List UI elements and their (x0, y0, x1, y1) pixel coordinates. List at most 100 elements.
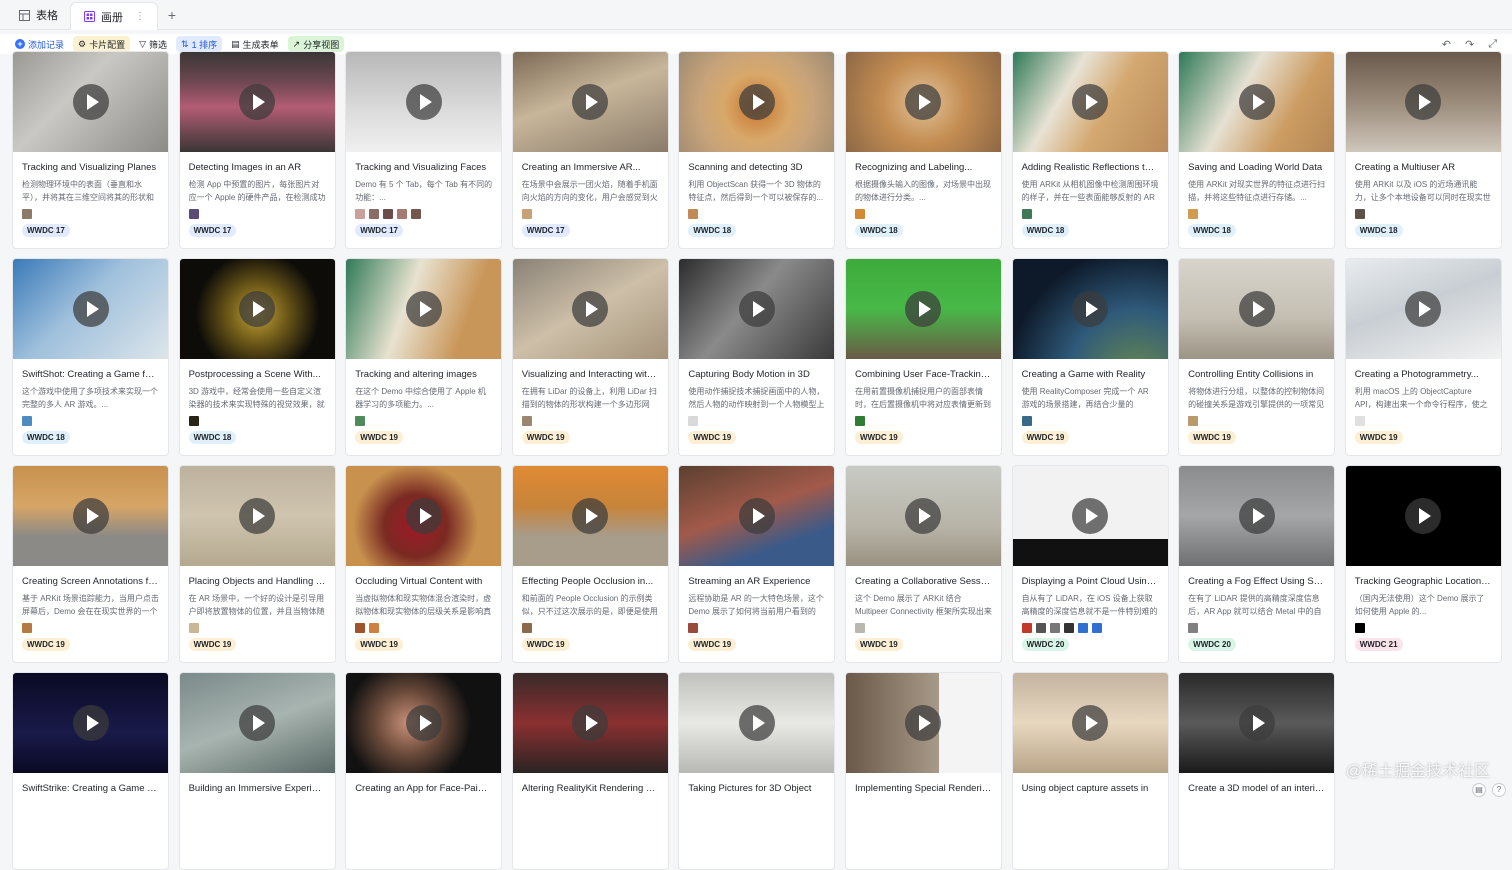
card-thumbnail[interactable] (1346, 466, 1501, 566)
gallery-card[interactable]: Streaming an AR Experience远程协助是 AR 的一大特色… (678, 465, 835, 663)
play-icon[interactable] (239, 84, 275, 120)
gallery-card[interactable]: Creating a Collaborative Session这个 Demo … (845, 465, 1002, 663)
gallery-card[interactable]: Create a 3D model of an interior... (1178, 672, 1335, 870)
play-icon[interactable] (406, 291, 442, 327)
play-icon[interactable] (73, 291, 109, 327)
play-icon[interactable] (239, 291, 275, 327)
gallery-card[interactable]: Scanning and detecting 3D利用 ObjectScan 获… (678, 51, 835, 249)
play-icon[interactable] (905, 84, 941, 120)
attachment-thumbnail[interactable] (22, 209, 32, 219)
gallery-card[interactable]: Tracking and altering images在这个 Demo 中综合… (345, 258, 502, 456)
add-record-button[interactable]: + 添加记录 (10, 36, 69, 52)
play-icon[interactable] (1405, 291, 1441, 327)
card-thumbnail[interactable] (679, 466, 834, 566)
attachment-thumbnail[interactable] (688, 623, 698, 633)
play-icon[interactable] (739, 291, 775, 327)
play-icon[interactable] (1072, 84, 1108, 120)
gallery-card[interactable]: Combining User Face-Tracking...在用前置摄像机捕捉… (845, 258, 1002, 456)
play-icon[interactable] (1239, 84, 1275, 120)
attachment-thumbnail[interactable] (397, 209, 407, 219)
attachment-thumbnail[interactable] (369, 209, 379, 219)
play-icon[interactable] (1072, 498, 1108, 534)
attachment-thumbnail[interactable] (1355, 416, 1365, 426)
filter-button[interactable]: ▽ 筛选 (134, 36, 172, 52)
play-icon[interactable] (905, 705, 941, 741)
attachment-thumbnail[interactable] (1355, 209, 1365, 219)
attachment-thumbnail[interactable] (855, 623, 865, 633)
card-thumbnail[interactable] (180, 259, 335, 359)
attachment-thumbnail[interactable] (1092, 623, 1102, 633)
gallery-card[interactable]: Tracking and Visualizing FacesDemo 有 5 个… (345, 51, 502, 249)
gallery-card[interactable]: Occluding Virtual Content with当虚拟物体和现实物体… (345, 465, 502, 663)
attachment-thumbnail[interactable] (1355, 623, 1365, 633)
card-thumbnail[interactable] (1179, 466, 1334, 566)
play-icon[interactable] (572, 291, 608, 327)
play-icon[interactable] (572, 498, 608, 534)
card-thumbnail[interactable] (1013, 259, 1168, 359)
undo-icon[interactable]: ↶ (1437, 38, 1456, 51)
gallery-card[interactable]: Creating Screen Annotations for...基于 ARK… (12, 465, 169, 663)
attachment-thumbnail[interactable] (1064, 623, 1074, 633)
card-thumbnail[interactable] (513, 673, 668, 773)
card-thumbnail[interactable] (1013, 52, 1168, 152)
gallery-card[interactable]: Saving and Loading World Data使用 ARKit 对现… (1178, 51, 1335, 249)
card-thumbnail[interactable] (1013, 673, 1168, 773)
card-thumbnail[interactable] (513, 259, 668, 359)
play-icon[interactable] (1405, 84, 1441, 120)
card-thumbnail[interactable] (180, 673, 335, 773)
gallery-card[interactable]: Taking Pictures for 3D Object (678, 672, 835, 870)
attachment-thumbnail[interactable] (189, 416, 199, 426)
expand-icon[interactable]: ⤢ (1483, 38, 1502, 51)
gallery-card[interactable]: Creating an App for Face-Paintin... (345, 672, 502, 870)
gallery-card[interactable]: Effecting People Occlusion in...和前面的 Peo… (512, 465, 669, 663)
play-icon[interactable] (905, 498, 941, 534)
play-icon[interactable] (1239, 705, 1275, 741)
gallery-card[interactable]: Controlling Entity Collisions in将物体进行分组，… (1178, 258, 1335, 456)
attachment-thumbnail[interactable] (369, 623, 379, 633)
play-icon[interactable] (73, 705, 109, 741)
attachment-thumbnail[interactable] (1188, 416, 1198, 426)
attachment-thumbnail[interactable] (189, 623, 199, 633)
attachment-thumbnail[interactable] (522, 623, 532, 633)
card-thumbnail[interactable] (1179, 52, 1334, 152)
card-thumbnail[interactable] (846, 466, 1001, 566)
card-config-button[interactable]: ⚙ 卡片配置 (73, 36, 130, 52)
gallery-card[interactable]: Creating an Immersive AR...在场景中会展示一团火焰，随… (512, 51, 669, 249)
more-icon[interactable]: ⋮ (135, 11, 145, 22)
attachment-thumbnail[interactable] (355, 416, 365, 426)
gallery-card[interactable]: Building an Immersive Experienc... (179, 672, 336, 870)
redo-icon[interactable]: ↷ (1460, 38, 1479, 51)
attachment-thumbnail[interactable] (855, 416, 865, 426)
play-icon[interactable] (1405, 498, 1441, 534)
card-thumbnail[interactable] (1346, 52, 1501, 152)
sort-button[interactable]: ⇅ 1 排序 (176, 36, 222, 52)
play-icon[interactable] (239, 498, 275, 534)
play-icon[interactable] (572, 84, 608, 120)
gallery-card[interactable]: Capturing Body Motion in 3D使用动作捕捉技术捕捉画面中… (678, 258, 835, 456)
gallery-card[interactable]: Tracking Geographic Locations in（国内无法使用）… (1345, 465, 1502, 663)
card-thumbnail[interactable] (13, 259, 168, 359)
attachment-thumbnail[interactable] (1036, 623, 1046, 633)
gallery-card[interactable]: Using object capture assets in (1012, 672, 1169, 870)
card-thumbnail[interactable] (679, 259, 834, 359)
card-thumbnail[interactable] (346, 673, 501, 773)
attachment-thumbnail[interactable] (1022, 623, 1032, 633)
attachment-thumbnail[interactable] (1022, 416, 1032, 426)
gallery-card[interactable]: Creating a Fog Effect Using Sce...在有了 Li… (1178, 465, 1335, 663)
attachment-thumbnail[interactable] (22, 623, 32, 633)
attachment-thumbnail[interactable] (355, 209, 365, 219)
gallery-card[interactable]: SwiftShot: Creating a Game for...这个游戏中使用… (12, 258, 169, 456)
attachment-thumbnail[interactable] (522, 209, 532, 219)
attachment-thumbnail[interactable] (355, 623, 365, 633)
share-view-button[interactable]: ↗ 分享视图 (288, 36, 345, 52)
card-thumbnail[interactable] (679, 673, 834, 773)
gallery-card[interactable]: Tracking and Visualizing Planes检测物理环境中的表… (12, 51, 169, 249)
play-icon[interactable] (572, 705, 608, 741)
card-thumbnail[interactable] (180, 466, 335, 566)
document-icon[interactable]: ▤ (1472, 783, 1486, 797)
gallery-card[interactable]: Placing Objects and Handling 3D在 AR 场景中，… (179, 465, 336, 663)
card-thumbnail[interactable] (846, 52, 1001, 152)
card-thumbnail[interactable] (513, 52, 668, 152)
gallery-card[interactable]: Displaying a Point Cloud Using...自从有了 Li… (1012, 465, 1169, 663)
gallery-card[interactable]: Detecting Images in an AR检测 App 中预置的图片，每… (179, 51, 336, 249)
